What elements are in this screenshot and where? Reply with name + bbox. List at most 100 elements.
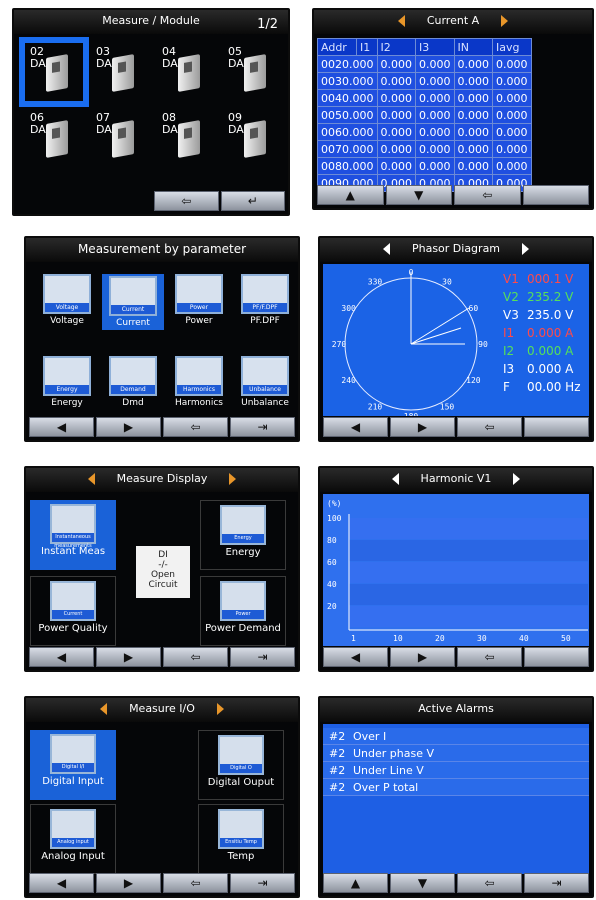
module-03[interactable]: 03 DA — [94, 46, 146, 98]
module-09[interactable]: 09 DA — [226, 112, 278, 164]
alarm-row[interactable]: #2 Under Line V — [323, 762, 589, 779]
back-button[interactable]: ⇦ — [163, 873, 228, 893]
alarms-title: Active Alarms — [418, 702, 494, 715]
next-arrow-icon[interactable] — [522, 243, 530, 255]
measure-display-title: Measure Display — [116, 472, 208, 485]
prev-arrow-icon[interactable] — [397, 15, 405, 27]
tile-caption: Power Quality — [38, 623, 108, 634]
power-icon: Power — [220, 581, 266, 621]
parameter-tile-unbalance[interactable]: Unbalance Unbalance — [234, 356, 296, 408]
next-button[interactable]: ▶ — [96, 647, 161, 667]
prev-arrow-icon[interactable] — [100, 703, 108, 715]
next-button[interactable]: ▶ — [96, 417, 161, 437]
back-button[interactable]: ⇦ — [457, 873, 522, 893]
table-row[interactable]: 0040.000 0.000 0.000 0.000 0.000 — [317, 89, 532, 107]
up-button[interactable]: ▲ — [323, 873, 388, 893]
blank-button[interactable] — [522, 185, 589, 205]
blank-button[interactable] — [524, 647, 589, 667]
table-row[interactable]: 0030.000 0.000 0.000 0.000 0.000 — [317, 72, 532, 90]
tile-label: Energy — [222, 534, 264, 543]
module-07[interactable]: 07 DA — [94, 112, 146, 164]
prev-arrow-icon[interactable] — [382, 243, 390, 255]
prev-arrow-icon[interactable] — [87, 473, 95, 485]
parameter-tile-voltage[interactable]: Voltage Voltage — [36, 274, 98, 326]
tile-caption: Current — [116, 318, 150, 328]
alarm-row[interactable]: #2 Over I — [323, 728, 589, 745]
phasor-panel: 0306090120150180210240270300330 V1000.1 … — [323, 264, 589, 421]
next-button[interactable]: ▶ — [96, 873, 161, 893]
back-button[interactable]: ⇦ — [163, 417, 228, 437]
power-demand-tile[interactable]: Power Power Demand — [200, 576, 286, 646]
tile-caption: Harmonics — [175, 398, 223, 408]
next-arrow-icon[interactable] — [229, 473, 237, 485]
analog-input-tile[interactable]: Analog input Analog Input — [30, 804, 116, 874]
table-cell: 0.000 — [453, 157, 493, 175]
enter-button[interactable]: ↵ — [220, 191, 285, 211]
instant-meas-tile[interactable]: Instantaneous measurements Instant Meas — [30, 500, 116, 570]
digital-input-tile[interactable]: Digital I/I Digital Input — [30, 730, 116, 800]
blank-button[interactable] — [524, 417, 589, 437]
module-05[interactable]: 05 DA — [226, 46, 278, 98]
enter-button[interactable]: ⇥ — [524, 873, 589, 893]
back-button[interactable]: ⇦ — [457, 647, 522, 667]
parameter-tile-dmd[interactable]: Demand Dmd — [102, 356, 164, 408]
column-header: I1 — [356, 38, 378, 56]
digital-output-tile[interactable]: Digital O Digital Ouput — [198, 730, 284, 800]
parameter-tile-energy[interactable]: Energy Energy — [36, 356, 98, 408]
table-row[interactable]: 0060.000 0.000 0.000 0.000 0.000 — [317, 123, 532, 141]
parameter-tile-current[interactable]: Current Current — [102, 274, 164, 330]
next-arrow-icon[interactable] — [513, 473, 521, 485]
table-cell: 0.000 — [492, 140, 532, 158]
module-06[interactable]: 06 DA — [28, 112, 80, 164]
prev-arrow-icon[interactable] — [391, 473, 399, 485]
next-arrow-icon[interactable] — [501, 15, 509, 27]
prev-button[interactable]: ◀ — [29, 873, 94, 893]
module-04[interactable]: 04 DA — [160, 46, 212, 98]
y-tick-label: 80 — [327, 536, 337, 545]
module-label: 06 DA — [30, 111, 46, 136]
next-button[interactable]: ▶ — [390, 647, 455, 667]
back-button[interactable]: ⇦ — [163, 647, 228, 667]
parameter-tile-power[interactable]: Power Power — [168, 274, 230, 326]
alarm-row[interactable]: #2 Under phase V — [323, 745, 589, 762]
power-quality-tile[interactable]: Current Power Quality — [30, 576, 116, 646]
table-row[interactable]: 0080.000 0.000 0.000 0.000 0.000 — [317, 157, 532, 175]
energy-tile[interactable]: Energy Energy — [200, 500, 286, 570]
enter-button[interactable]: ⇥ — [230, 417, 295, 437]
table-cell: 0.000 — [492, 55, 532, 73]
back-button[interactable]: ⇦ — [457, 417, 522, 437]
enter-button[interactable]: ⇥ — [230, 647, 295, 667]
module-08[interactable]: 08 DA — [160, 112, 212, 164]
table-cell: 0.000 — [415, 123, 455, 141]
energy-icon: Energy — [220, 505, 266, 545]
alarm-row[interactable]: #2 Over P total — [323, 779, 589, 796]
column-header: Addr — [317, 38, 357, 56]
parameter-screen: Measurement by parameter Voltage Voltage C… — [24, 236, 300, 442]
back-button[interactable]: ⇦ — [154, 191, 219, 211]
table-row[interactable]: 0070.000 0.000 0.000 0.000 0.000 — [317, 140, 532, 158]
module-02[interactable]: 02 DA — [19, 37, 89, 107]
harmonic-screen: Harmonic V1 (%) 100 80 60 40 20 1 10 20 30 40 50 ◀… — [318, 466, 594, 672]
up-button[interactable]: ▲ — [317, 185, 384, 205]
parameter-tile-pfdpf[interactable]: PF/F.DPF PF.DPF — [234, 274, 296, 326]
tile-caption: Temp — [227, 851, 255, 862]
prev-button[interactable]: ◀ — [29, 647, 94, 667]
temp-tile[interactable]: Ensitiu Temp Temp — [198, 804, 284, 874]
prev-button[interactable]: ◀ — [29, 417, 94, 437]
next-button[interactable]: ▶ — [390, 417, 455, 437]
table-row[interactable]: 0050.000 0.000 0.000 0.000 0.000 — [317, 106, 532, 124]
table-cell: 0.000 — [492, 89, 532, 107]
down-button[interactable]: ▼ — [390, 873, 455, 893]
parameter-tile-harmonics[interactable]: Harmonics Harmonics — [168, 356, 230, 408]
prev-button[interactable]: ◀ — [323, 417, 388, 437]
enter-button[interactable]: ⇥ — [230, 873, 295, 893]
module-label: 03 DA — [96, 45, 112, 70]
parameter-icon: PF/F.DPF — [241, 274, 289, 314]
prev-button[interactable]: ◀ — [323, 647, 388, 667]
table-cell: 0.000 — [415, 140, 455, 158]
down-button[interactable]: ▼ — [385, 185, 452, 205]
back-button[interactable]: ⇦ — [454, 185, 521, 205]
angle-label: 60 — [469, 304, 479, 313]
next-arrow-icon[interactable] — [216, 703, 224, 715]
table-row[interactable]: 0020.000 0.000 0.000 0.000 0.000 — [317, 55, 532, 73]
